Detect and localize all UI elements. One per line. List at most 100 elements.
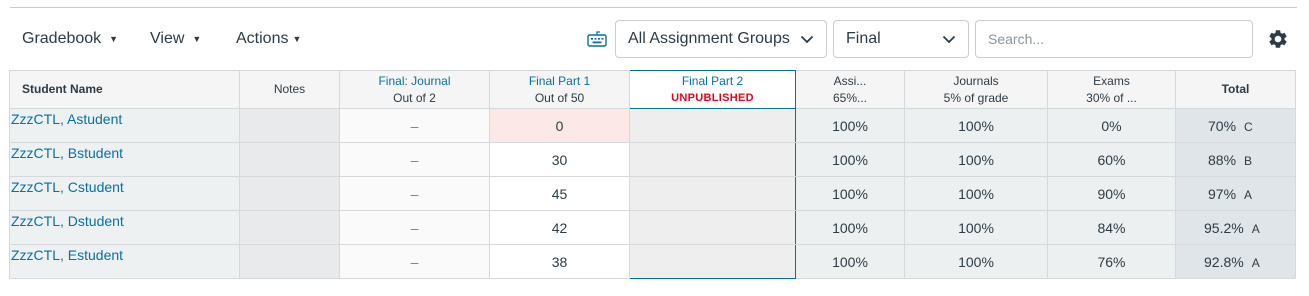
table-row: ZzzCTL, Estudent – 38 100% 100% 76% 92.8…: [9, 244, 1296, 279]
student-name-cell: ZzzCTL, Bstudent: [9, 142, 240, 177]
grade-cell-final-journal[interactable]: –: [339, 210, 490, 245]
grade-cell-final-journal[interactable]: –: [339, 176, 490, 211]
group-name-label: Journals: [953, 73, 999, 88]
column-header-notes[interactable]: Notes: [239, 70, 340, 109]
grade-cell-final-journal[interactable]: –: [339, 108, 490, 143]
table-row: ZzzCTL, Astudent – 0 100% 100% 0% 70% C: [9, 108, 1296, 143]
total-percent: 92.8%: [1204, 253, 1244, 270]
total-grade-cell: 95.2% A: [1175, 210, 1296, 245]
keyboard-icon[interactable]: [587, 30, 607, 48]
search-students-input[interactable]: [975, 20, 1253, 58]
caret-down-icon: ▼: [109, 34, 119, 44]
student-name-link[interactable]: ZzzCTL, Bstudent: [11, 145, 239, 161]
assignment-link-final-part-1[interactable]: Final Part 1: [490, 73, 629, 90]
total-percent: 95.2%: [1204, 219, 1244, 236]
notes-cell[interactable]: [239, 142, 340, 177]
table-row: ZzzCTL, Cstudent – 45 100% 100% 90% 97% A: [9, 176, 1296, 211]
total-percent: 97%: [1208, 185, 1237, 202]
grade-cell-final-part-2[interactable]: [629, 142, 796, 177]
actions-menu-button[interactable]: Actions ▼: [236, 29, 301, 49]
grade-cell-final-part-2[interactable]: [629, 244, 796, 279]
column-header-journals-group[interactable]: Journals 5% of grade: [904, 70, 1048, 109]
column-header-total[interactable]: Total: [1175, 70, 1296, 109]
group-score-assignments: 100%: [795, 108, 905, 143]
group-score-journals: 100%: [904, 244, 1048, 279]
group-score-assignments: 100%: [795, 176, 905, 211]
total-grade-cell: 70% C: [1175, 108, 1296, 143]
student-name-cell: ZzzCTL, Dstudent: [9, 210, 240, 245]
assignment-link-final-part-2[interactable]: Final Part 2: [630, 73, 795, 90]
group-score-journals: 100%: [904, 142, 1048, 177]
notes-cell[interactable]: [239, 210, 340, 245]
column-header-final-part-1[interactable]: Final Part 1 Out of 50: [489, 70, 630, 109]
letter-grade: C: [1244, 119, 1253, 134]
grading-period-select[interactable]: Final: [833, 20, 969, 58]
student-name-cell: ZzzCTL, Cstudent: [9, 176, 240, 211]
group-score-assignments: 100%: [795, 244, 905, 279]
group-score-journals: 100%: [904, 176, 1048, 211]
chevron-down-icon: [800, 35, 814, 44]
grading-period-value: Final: [846, 30, 881, 47]
column-header-exams-group[interactable]: Exams 30% of ...: [1047, 70, 1176, 109]
group-weight-label: 5% of grade: [943, 90, 1009, 105]
grade-cell-final-part-1[interactable]: 45: [489, 176, 630, 211]
assignment-group-value: All Assignment Groups: [628, 30, 790, 47]
total-grade-cell: 88% B: [1175, 142, 1296, 177]
grade-cell-final-journal[interactable]: –: [339, 244, 490, 279]
group-score-journals: 100%: [904, 210, 1048, 245]
grade-cell-final-part-2[interactable]: [629, 108, 796, 143]
student-name-link[interactable]: ZzzCTL, Cstudent: [11, 179, 239, 195]
column-header-final-part-2[interactable]: Final Part 2 UNPUBLISHED: [629, 70, 796, 109]
points-possible-label: Out of 2: [393, 90, 436, 105]
grade-cell-final-part-2[interactable]: [629, 210, 796, 245]
group-score-exams: 0%: [1047, 108, 1176, 143]
caret-down-icon: ▼: [292, 34, 302, 44]
view-menu-button[interactable]: View ▼: [150, 29, 201, 49]
group-score-exams: 90%: [1047, 176, 1176, 211]
grade-cell-final-part-1[interactable]: 38: [489, 244, 630, 279]
total-percent: 70%: [1208, 117, 1237, 134]
view-menu-label: View: [150, 30, 185, 47]
group-score-exams: 76%: [1047, 244, 1176, 279]
table-row: ZzzCTL, Dstudent – 42 100% 100% 84% 95.2…: [9, 210, 1296, 245]
grade-cell-final-part-2[interactable]: [629, 176, 796, 211]
group-score-exams: 60%: [1047, 142, 1176, 177]
notes-cell[interactable]: [239, 244, 340, 279]
notes-cell[interactable]: [239, 176, 340, 211]
table-row: ZzzCTL, Bstudent – 30 100% 100% 60% 88% B: [9, 142, 1296, 177]
gradebook-menu-button[interactable]: Gradebook ▼: [22, 29, 118, 49]
letter-grade: A: [1244, 187, 1253, 202]
student-name-link[interactable]: ZzzCTL, Astudent: [11, 111, 239, 127]
group-score-assignments: 100%: [795, 210, 905, 245]
top-divider: [10, 7, 1297, 8]
student-name-link[interactable]: ZzzCTL, Dstudent: [11, 213, 239, 229]
group-name-label: Assi...: [833, 73, 867, 88]
student-name-link[interactable]: ZzzCTL, Estudent: [11, 247, 239, 263]
column-header-assignments-group[interactable]: Assi... 65%...: [795, 70, 905, 109]
gradebook-grid: Student Name Notes Final: Journal Out of…: [9, 70, 1296, 279]
notes-cell[interactable]: [239, 108, 340, 143]
grade-cell-final-journal[interactable]: –: [339, 142, 490, 177]
letter-grade: A: [1251, 221, 1260, 236]
grade-cell-final-part-1[interactable]: 0: [489, 108, 630, 143]
points-possible-label: Out of 50: [534, 90, 585, 105]
column-header-final-journal[interactable]: Final: Journal Out of 2: [339, 70, 490, 109]
grade-cell-final-part-1[interactable]: 30: [489, 142, 630, 177]
gear-icon[interactable]: [1267, 28, 1289, 50]
group-weight-label: 30% of ...: [1086, 90, 1137, 105]
group-score-journals: 100%: [904, 108, 1048, 143]
actions-menu-label: Actions: [236, 30, 289, 47]
column-header-student-name[interactable]: Student Name: [9, 70, 240, 109]
total-grade-cell: 97% A: [1175, 176, 1296, 211]
group-score-assignments: 100%: [795, 142, 905, 177]
caret-down-icon: ▼: [192, 34, 202, 44]
grade-cell-final-part-1[interactable]: 42: [489, 210, 630, 245]
group-name-label: Exams: [1093, 73, 1130, 88]
letter-grade: B: [1244, 153, 1253, 168]
assignment-link-final-journal[interactable]: Final: Journal: [340, 73, 489, 90]
assignment-group-select[interactable]: All Assignment Groups: [615, 20, 827, 58]
unpublished-badge: UNPUBLISHED: [671, 91, 754, 104]
letter-grade: A: [1251, 255, 1260, 270]
header-row: Student Name Notes Final: Journal Out of…: [9, 70, 1296, 109]
student-name-cell: ZzzCTL, Estudent: [9, 244, 240, 279]
